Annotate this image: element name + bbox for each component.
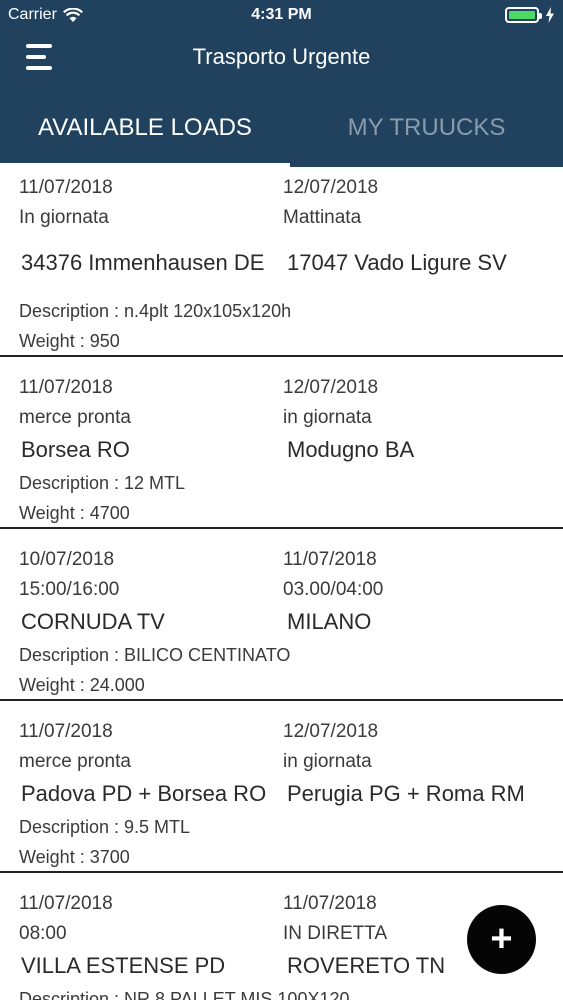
delivery-time: 03.00/04:00 [283,579,384,600]
tab-bar: AVAILABLE LOADS MY TRUUCKS [0,100,563,167]
pickup-time: 08:00 [19,923,67,944]
destination: MILANO [287,609,372,634]
plus-icon: + [490,918,513,960]
origin: Borsea RO [21,437,130,462]
load-card[interactable]: 11/07/2018 12/07/2018 merce pronta in gi… [0,357,563,529]
delivery-time: in giornata [283,407,372,428]
destination: Perugia PG + Roma RM [287,781,525,806]
load-card[interactable]: 11/07/2018 12/07/2018 In giornata Mattin… [0,167,563,357]
delivery-date: 12/07/2018 [283,721,379,742]
add-load-button[interactable]: + [467,905,536,974]
tab-available-loads[interactable]: AVAILABLE LOADS [0,100,290,167]
pickup-time: merce pronta [19,751,131,772]
delivery-date: 12/07/2018 [283,177,379,198]
pickup-date: 11/07/2018 [19,893,113,914]
origin: Padova PD + Borsea RO [21,781,267,806]
app-title: Trasporto Urgente [192,44,371,69]
load-weight: Weight : 24.000 [19,675,145,695]
load-description: Description : 9.5 MTL [19,817,191,837]
charging-icon [546,7,554,23]
tab-my-trucks[interactable]: MY TRUUCKS [290,100,563,167]
pickup-date: 11/07/2018 [19,377,113,398]
status-bar: Carrier 4:31 PM [0,0,563,30]
loads-list[interactable]: 11/07/2018 12/07/2018 In giornata Mattin… [0,167,563,1000]
pickup-time: merce pronta [19,407,131,428]
destination: 17047 Vado Ligure SV [287,250,507,275]
pickup-date: 11/07/2018 [19,177,113,198]
load-description: Description : n.4plt 120x105x120h [19,301,292,321]
load-description: Description : BILICO CENTINATO [19,645,291,665]
load-weight: Weight : 3700 [19,847,130,867]
load-card[interactable]: 10/07/2018 11/07/2018 15:00/16:00 03.00/… [0,529,563,701]
status-right [505,7,555,23]
origin: 34376 Immenhausen DE [21,250,265,275]
load-weight: Weight : 4700 [19,503,130,523]
load-description: Description : NR 8 PALLET MIS 100X120 [19,989,350,1000]
delivery-time: Mattinata [283,207,362,228]
pickup-date: 10/07/2018 [19,549,115,570]
origin: VILLA ESTENSE PD [21,953,226,978]
pickup-time: In giornata [19,207,109,228]
origin: CORNUDA TV [21,609,165,634]
delivery-date: 12/07/2018 [283,377,379,398]
delivery-date: 11/07/2018 [283,549,377,570]
app-header: Carrier 4:31 PM Trasporto Urgente AVAILA… [0,0,563,167]
destination: Modugno BA [287,437,415,462]
battery-icon [505,7,542,23]
status-time: 4:31 PM [251,6,312,23]
pickup-time: 15:00/16:00 [19,579,120,600]
load-weight: Weight : 950 [19,331,120,351]
delivery-time: in giornata [283,751,372,772]
pickup-date: 11/07/2018 [19,721,113,742]
load-description: Description : 12 MTL [19,473,186,493]
load-card[interactable]: 11/07/2018 12/07/2018 merce pronta in gi… [0,701,563,873]
